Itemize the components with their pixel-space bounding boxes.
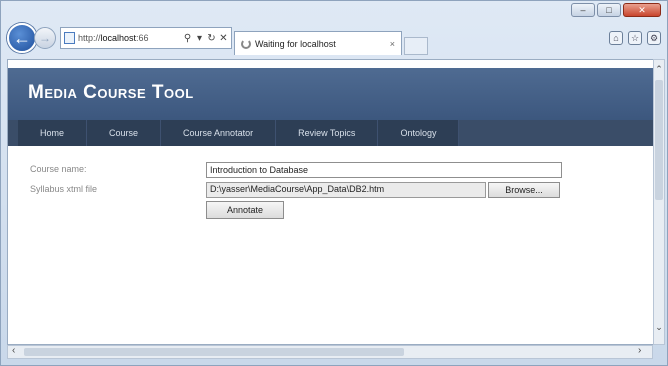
scroll-right-icon[interactable]: › bbox=[638, 345, 641, 356]
loading-spinner-icon bbox=[241, 38, 251, 49]
search-icon[interactable]: ⚲ bbox=[183, 33, 192, 44]
tab-close-icon[interactable]: × bbox=[390, 39, 395, 49]
home-icon[interactable]: ⌂ bbox=[609, 31, 623, 45]
browser-tools: ⌂ ☆ ⚙ bbox=[609, 31, 661, 45]
course-name-label: Course name: bbox=[30, 164, 87, 174]
forward-button[interactable]: → bbox=[34, 27, 56, 49]
back-button[interactable]: ← bbox=[7, 23, 37, 53]
main-menu: Home Course Course Annotator Review Topi… bbox=[18, 120, 460, 146]
page-viewport: Media Course Tool Home Course Course Ann… bbox=[7, 59, 657, 345]
dropdown-icon[interactable]: ▾ bbox=[195, 33, 204, 44]
close-window-button[interactable]: ✕ bbox=[623, 3, 661, 17]
settings-icon[interactable]: ⚙ bbox=[647, 31, 661, 45]
address-bar[interactable]: http://localhost:66 ⚲ ▾ ↻ ✕ bbox=[60, 27, 232, 49]
syllabus-file-input[interactable]: D:\yasser\MediaCourse\App_Data\DB2.htm bbox=[206, 182, 486, 198]
stop-icon[interactable]: ✕ bbox=[219, 33, 228, 44]
address-host: localhost bbox=[100, 33, 137, 43]
menu-item-course[interactable]: Course bbox=[87, 120, 162, 146]
page-icon bbox=[64, 32, 75, 44]
vertical-scrollbar[interactable]: ⌃ ⌄ bbox=[653, 59, 665, 345]
annotate-button[interactable]: Annotate bbox=[206, 201, 284, 219]
minimize-button[interactable]: – bbox=[571, 3, 595, 17]
course-name-input[interactable] bbox=[206, 162, 562, 178]
site-header: Media Course Tool bbox=[8, 68, 656, 120]
arrow-right-icon: → bbox=[39, 31, 51, 45]
horizontal-scrollbar[interactable]: ‹ › bbox=[7, 345, 653, 359]
new-tab-button[interactable] bbox=[404, 37, 428, 55]
address-prefix: http:// bbox=[78, 33, 101, 43]
menu-item-review-topics[interactable]: Review Topics bbox=[276, 120, 379, 146]
browser-tab[interactable]: Waiting for localhost × bbox=[234, 31, 402, 55]
browse-button[interactable]: Browse... bbox=[488, 182, 560, 198]
browser-window: – □ ✕ ← → http://localhost:66 ⚲ ▾ ↻ ✕ Wa… bbox=[0, 0, 668, 366]
window-controls: – □ ✕ bbox=[571, 3, 661, 17]
menu-item-ontology[interactable]: Ontology bbox=[378, 120, 460, 146]
syllabus-file-label: Syllabus xtml file bbox=[30, 184, 98, 194]
maximize-button[interactable]: □ bbox=[597, 3, 621, 17]
tab-title: Waiting for localhost bbox=[255, 38, 336, 49]
address-input[interactable]: http://localhost:66 bbox=[78, 33, 180, 43]
scroll-down-icon[interactable]: ⌄ bbox=[654, 322, 664, 333]
favorites-icon[interactable]: ☆ bbox=[628, 31, 642, 45]
menu-item-course-annotator[interactable]: Course Annotator bbox=[161, 120, 277, 146]
refresh-icon[interactable]: ↻ bbox=[207, 33, 216, 44]
menu-item-home[interactable]: Home bbox=[18, 120, 88, 146]
arrow-left-icon: ← bbox=[13, 27, 31, 48]
navigation-bar: ← → http://localhost:66 ⚲ ▾ ↻ ✕ Waiting … bbox=[7, 21, 661, 55]
horizontal-scroll-thumb[interactable] bbox=[24, 348, 404, 356]
site-title: Media Course Tool bbox=[28, 82, 194, 103]
scroll-left-icon[interactable]: ‹ bbox=[12, 345, 15, 356]
scroll-up-icon[interactable]: ⌃ bbox=[654, 64, 664, 75]
address-suffix: :66 bbox=[136, 33, 149, 43]
vertical-scroll-thumb[interactable] bbox=[655, 80, 663, 200]
